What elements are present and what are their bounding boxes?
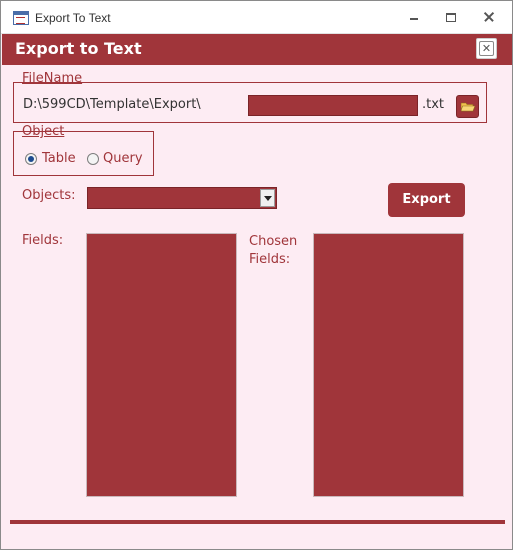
- form-app-icon: [13, 11, 29, 25]
- restore-icon[interactable]: [444, 10, 458, 24]
- export-window: Export To Text Export to Text ✕ FileName…: [0, 0, 513, 550]
- fields-label: Fields:: [22, 233, 64, 248]
- form-header: Export to Text ✕: [2, 34, 512, 65]
- folder-icon: [461, 102, 475, 112]
- table-radio[interactable]: [25, 153, 37, 165]
- objects-combo[interactable]: [87, 187, 277, 209]
- form-title: Export to Text: [15, 39, 142, 58]
- fields-listbox[interactable]: [86, 233, 237, 497]
- window-title: Export To Text: [35, 11, 111, 25]
- extension-label: .txt: [422, 97, 445, 112]
- export-path: D:\599CD\Template\Export\: [23, 97, 201, 112]
- chosen-fields-label: Chosen Fields:: [249, 234, 298, 267]
- filename-input[interactable]: [248, 95, 418, 116]
- filename-group-label: FileName: [22, 71, 83, 86]
- form-close-button[interactable]: ✕: [476, 38, 497, 59]
- chosen-fields-listbox[interactable]: [313, 233, 464, 497]
- footer-divider: [10, 520, 505, 524]
- window-close-icon[interactable]: [482, 10, 496, 24]
- query-radio-label[interactable]: Query: [103, 151, 143, 166]
- minimize-icon[interactable]: [407, 10, 421, 24]
- table-radio-label[interactable]: Table: [42, 151, 76, 166]
- browse-folder-button[interactable]: [456, 95, 479, 118]
- object-group-label: Object: [22, 124, 65, 139]
- window-titlebar[interactable]: Export To Text: [1, 1, 512, 34]
- chevron-down-icon[interactable]: [260, 189, 275, 207]
- query-radio[interactable]: [87, 153, 99, 165]
- close-icon: ✕: [479, 41, 494, 56]
- export-button[interactable]: Export: [388, 183, 465, 217]
- objects-label: Objects:: [22, 188, 76, 203]
